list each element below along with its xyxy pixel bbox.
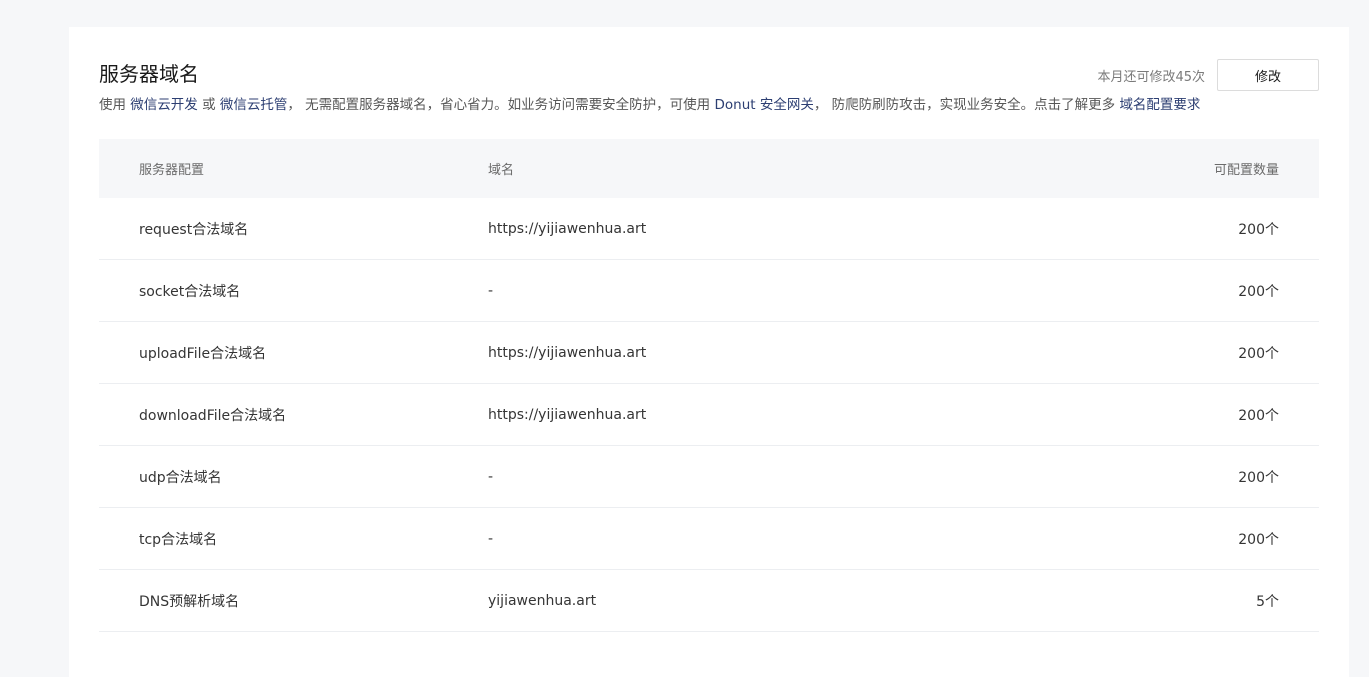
table-row: tcp合法域名 - 200个 — [99, 508, 1319, 570]
desc-text-1: 使用 — [99, 97, 131, 113]
row-domain: - — [488, 468, 494, 485]
desc-text-3: ， 无需配置服务器域名，省心省力。如业务访问需要安全防护，可使用 — [287, 97, 715, 113]
quota-area: 本月还可修改45次 修改 — [1097, 59, 1319, 91]
table-row: socket合法域名 - 200个 — [99, 260, 1319, 322]
wechat-cloud-dev-link[interactable]: 微信云开发 — [130, 97, 198, 113]
table-row: uploadFile合法域名 https://yijiawenhua.art 2… — [99, 322, 1319, 384]
header-config: 服务器配置 — [139, 163, 205, 178]
row-domain: https://yijiawenhua.art — [488, 344, 647, 361]
description: 使用 微信云开发 或 微信云托管， 无需配置服务器域名，省心省力。如业务访问需要… — [99, 95, 1200, 115]
row-config: tcp合法域名 — [139, 531, 218, 548]
section-header: 服务器域名 本月还可修改45次 修改 使用 微信云开发 或 微信云托管， 无需配… — [99, 27, 1319, 137]
row-config: DNS预解析域名 — [139, 593, 240, 610]
row-count: 200个 — [1238, 345, 1279, 362]
table-row: request合法域名 https://yijiawenhua.art 200个 — [99, 198, 1319, 260]
quota-text: 本月还可修改45次 — [1097, 69, 1205, 85]
modify-button[interactable]: 修改 — [1217, 59, 1319, 91]
header-domain: 域名 — [488, 163, 515, 178]
row-config: udp合法域名 — [139, 469, 222, 486]
row-count: 200个 — [1238, 221, 1279, 238]
domain-requirements-link[interactable]: 域名配置要求 — [1119, 97, 1200, 113]
page-title: 服务器域名 — [99, 62, 199, 86]
row-count: 200个 — [1238, 531, 1279, 548]
row-config: request合法域名 — [139, 221, 249, 238]
row-count: 5个 — [1256, 593, 1279, 610]
desc-text-4: ， 防爬防刷防攻击，实现业务安全。点击了解更多 — [813, 97, 1120, 113]
wechat-cloud-hosting-link[interactable]: 微信云托管 — [220, 97, 288, 113]
table-row: DNS预解析域名 yijiawenhua.art 5个 — [99, 570, 1319, 632]
table-row: downloadFile合法域名 https://yijiawenhua.art… — [99, 384, 1319, 446]
row-config: uploadFile合法域名 — [139, 345, 267, 362]
row-config: socket合法域名 — [139, 283, 241, 300]
row-domain: - — [488, 282, 494, 299]
row-domain: - — [488, 530, 494, 547]
table-header: 服务器配置 域名 可配置数量 — [99, 139, 1319, 198]
row-count: 200个 — [1238, 407, 1279, 424]
desc-text-2: 或 — [197, 97, 220, 113]
row-domain: https://yijiawenhua.art — [488, 406, 647, 423]
row-domain: https://yijiawenhua.art — [488, 220, 647, 237]
server-domain-card: 服务器域名 本月还可修改45次 修改 使用 微信云开发 或 微信云托管， 无需配… — [69, 27, 1349, 677]
donut-gateway-link[interactable]: Donut 安全网关 — [714, 97, 813, 113]
row-config: downloadFile合法域名 — [139, 407, 287, 424]
header-count: 可配置数量 — [1213, 163, 1279, 178]
table-row: udp合法域名 - 200个 — [99, 446, 1319, 508]
row-domain: yijiawenhua.art — [488, 592, 597, 609]
row-count: 200个 — [1238, 469, 1279, 486]
domain-table: 服务器配置 域名 可配置数量 request合法域名 https://yijia… — [99, 139, 1319, 632]
row-count: 200个 — [1238, 283, 1279, 300]
